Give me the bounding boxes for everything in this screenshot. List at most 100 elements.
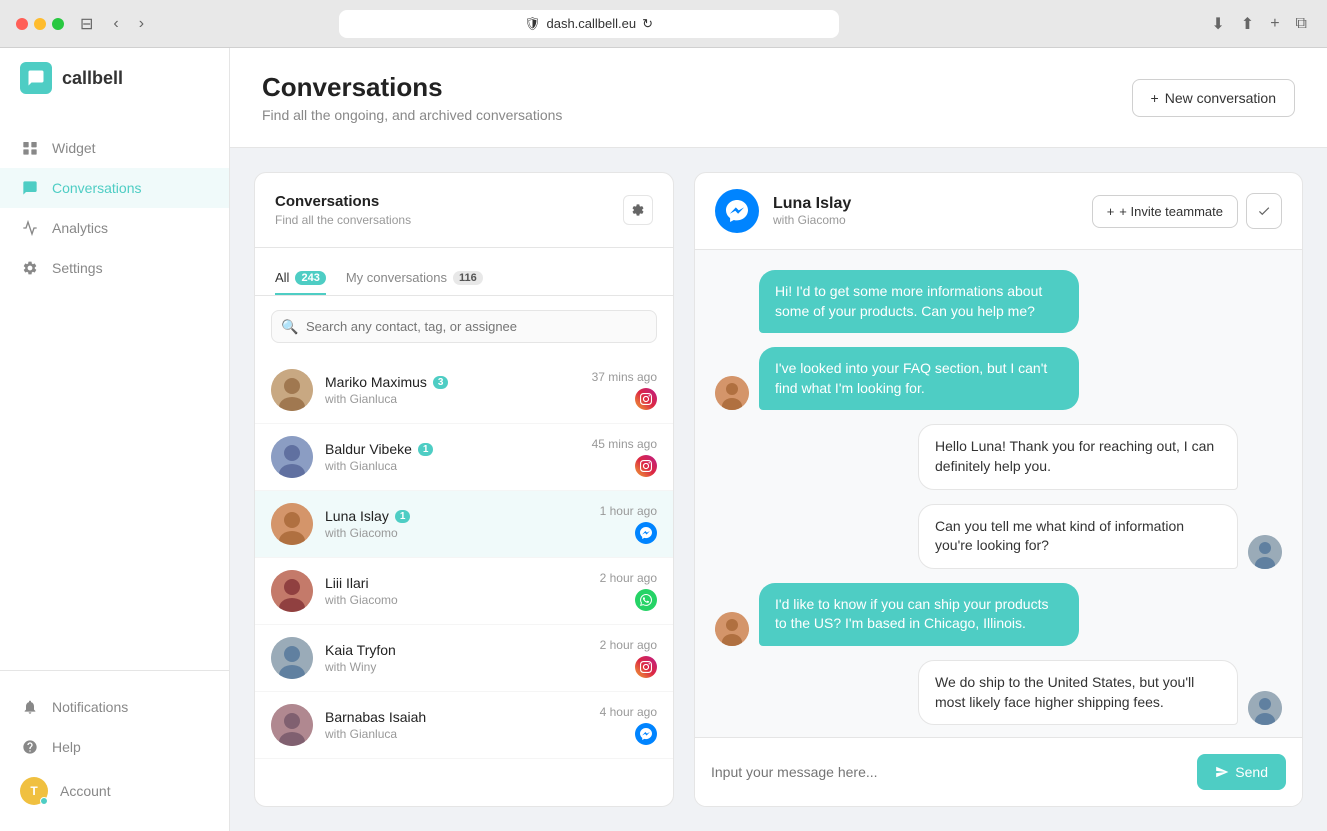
- chat-contact-name: Luna Islay: [773, 195, 1078, 213]
- plus-icon: +: [1107, 204, 1115, 219]
- chat-input-area: Send: [695, 737, 1302, 806]
- forward-button[interactable]: ›: [135, 11, 148, 37]
- message-bubble: I'd like to know if you can ship your pr…: [759, 583, 1079, 646]
- account-label: Account: [60, 783, 111, 799]
- conv-info: Barnabas Isaiah with Gianluca: [325, 709, 588, 741]
- main-content: Conversations Find all the ongoing, and …: [230, 48, 1327, 831]
- send-button[interactable]: Send: [1197, 754, 1286, 790]
- list-item[interactable]: Luna Islay 1 with Giacomo 1 hour ago: [255, 491, 673, 558]
- conv-info: Liii Ilari with Giacomo: [325, 575, 588, 607]
- sidebar-item-account[interactable]: T Account: [0, 767, 229, 815]
- sidebar-item-label-help: Help: [52, 739, 81, 755]
- avatar: T: [20, 777, 48, 805]
- channel-icon: [635, 388, 657, 410]
- sidebar-item-analytics[interactable]: Analytics: [0, 208, 229, 248]
- search-input[interactable]: [271, 310, 657, 343]
- minimize-button[interactable]: [34, 18, 46, 30]
- tab-all-badge: 243: [295, 271, 325, 285]
- widget-icon: [20, 138, 40, 158]
- analytics-icon: [20, 218, 40, 238]
- messenger-channel-icon: [715, 189, 759, 233]
- message-bubble: Can you tell me what kind of information…: [918, 504, 1238, 569]
- list-item[interactable]: Kaia Tryfon with Winy 2 hour ago: [255, 625, 673, 692]
- sidebar-item-settings[interactable]: Settings: [0, 248, 229, 288]
- messages-area: Hi! I'd to get some more informations ab…: [695, 250, 1302, 737]
- conv-panel-subtitle: Find all the conversations: [275, 213, 411, 227]
- agent-avatar: [1248, 691, 1282, 725]
- search-bar: 🔍: [271, 310, 657, 343]
- page-header: Conversations Find all the ongoing, and …: [230, 48, 1327, 148]
- message-input[interactable]: [711, 764, 1185, 780]
- time: 4 hour ago: [600, 705, 657, 719]
- chat-contact-info: Luna Islay with Giacomo: [773, 195, 1078, 227]
- sidebar-item-notifications[interactable]: Notifications: [0, 687, 229, 727]
- message-row: Hello Luna! Thank you for reaching out, …: [715, 424, 1282, 489]
- list-item[interactable]: Mariko Maximus 3 with Gianluca 37 mins a…: [255, 357, 673, 424]
- resolve-button[interactable]: [1246, 193, 1282, 229]
- sidebar-item-conversations[interactable]: Conversations: [0, 168, 229, 208]
- assignee: with Giacomo: [325, 593, 588, 607]
- time: 1 hour ago: [600, 504, 657, 518]
- new-tab-icon[interactable]: +: [1266, 11, 1283, 37]
- download-icon[interactable]: ⬇: [1207, 10, 1228, 38]
- tab-mine-badge: 116: [453, 271, 483, 285]
- back-button[interactable]: ‹: [109, 11, 122, 37]
- contact-name: Kaia Tryfon: [325, 642, 396, 658]
- settings-gear-button[interactable]: [623, 195, 653, 225]
- url-text: dash.callbell.eu: [546, 16, 636, 31]
- message-bubble: Hello Luna! Thank you for reaching out, …: [918, 424, 1238, 489]
- list-item[interactable]: Barnabas Isaiah with Gianluca 4 hour ago: [255, 692, 673, 759]
- assignee: with Winy: [325, 660, 588, 674]
- contact-name: Baldur Vibeke: [325, 441, 412, 457]
- new-conversation-button[interactable]: + New conversation: [1132, 79, 1295, 117]
- avatar: [271, 637, 313, 679]
- sidebar-item-label-conversations: Conversations: [52, 180, 142, 196]
- chat-panel: Luna Islay with Giacomo + + Invite teamm…: [694, 172, 1303, 807]
- share-icon[interactable]: ⬆: [1237, 10, 1258, 38]
- app: callbell Widget Conversations Analytics: [0, 48, 1327, 831]
- tab-my-conversations[interactable]: My conversations 116: [346, 262, 483, 295]
- sidebar-toggle-button[interactable]: ⊟: [76, 10, 97, 38]
- list-item[interactable]: Liii Ilari with Giacomo 2 hour ago: [255, 558, 673, 625]
- conversations-list: Mariko Maximus 3 with Gianluca 37 mins a…: [255, 357, 673, 806]
- message-bubble: Hi! I'd to get some more informations ab…: [759, 270, 1079, 333]
- logo-area: callbell: [0, 48, 229, 108]
- conv-meta: 2 hour ago: [600, 638, 657, 678]
- avatar: [715, 612, 749, 646]
- agent-avatar: [1248, 535, 1282, 569]
- channel-icon: [635, 723, 657, 745]
- address-bar[interactable]: 🛡 dash.callbell.eu ↻: [339, 10, 839, 38]
- message-row: I've looked into your FAQ section, but I…: [715, 347, 1282, 410]
- conv-info: Luna Islay 1 with Giacomo: [325, 508, 588, 540]
- chat-header: Luna Islay with Giacomo + + Invite teamm…: [695, 173, 1302, 250]
- message-row: I'd like to know if you can ship your pr…: [715, 583, 1282, 646]
- online-indicator: [40, 797, 48, 805]
- message-bubble: We do ship to the United States, but you…: [918, 660, 1238, 725]
- assignee: with Gianluca: [325, 459, 580, 473]
- notifications-icon: [20, 697, 40, 717]
- shield-icon: 🛡: [524, 16, 541, 32]
- conv-info: Mariko Maximus 3 with Gianluca: [325, 374, 580, 406]
- assignee: with Giacomo: [325, 526, 588, 540]
- contact-name: Barnabas Isaiah: [325, 709, 426, 725]
- sidebar-item-widget[interactable]: Widget: [0, 128, 229, 168]
- conv-tabs: All 243 My conversations 116: [255, 248, 673, 296]
- content-area: Conversations Find all the conversations…: [230, 148, 1327, 831]
- conv-info: Kaia Tryfon with Winy: [325, 642, 588, 674]
- conv-panel-title-area: Conversations Find all the conversations: [275, 193, 411, 227]
- time: 2 hour ago: [600, 638, 657, 652]
- logo-text: callbell: [62, 68, 123, 89]
- sidebar-item-help[interactable]: Help: [0, 727, 229, 767]
- conv-meta: 37 mins ago: [592, 370, 657, 410]
- list-item[interactable]: Baldur Vibeke 1 with Gianluca 45 mins ag…: [255, 424, 673, 491]
- avatar: [271, 503, 313, 545]
- invite-teammate-button[interactable]: + + Invite teammate: [1092, 195, 1238, 228]
- close-button[interactable]: [16, 18, 28, 30]
- tabs-icon[interactable]: ⧉: [1292, 11, 1311, 37]
- tab-all[interactable]: All 243: [275, 262, 326, 295]
- traffic-lights: [16, 18, 64, 30]
- search-icon: 🔍: [281, 318, 298, 335]
- invite-label: + Invite teammate: [1119, 204, 1223, 219]
- nav-items: Widget Conversations Analytics Settings: [0, 108, 229, 670]
- maximize-button[interactable]: [52, 18, 64, 30]
